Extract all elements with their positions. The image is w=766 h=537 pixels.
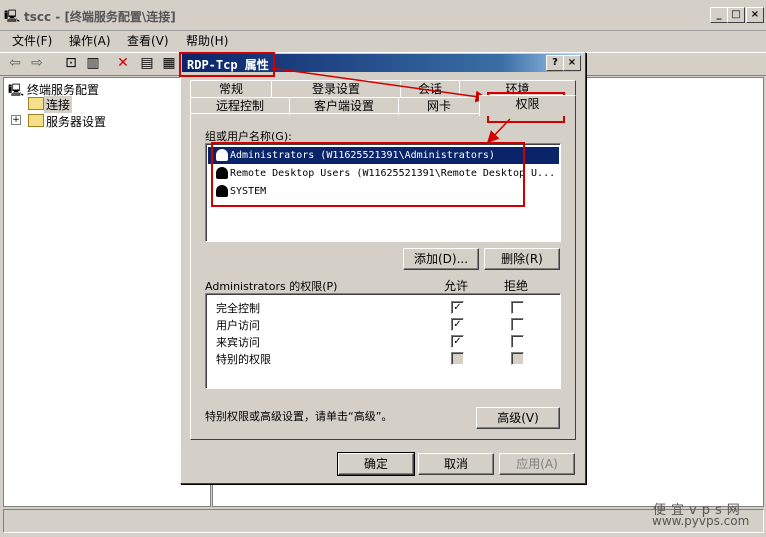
arrow-to-tab [270, 67, 488, 103]
arrow-to-users [486, 118, 511, 144]
annotation-arrows [270, 67, 511, 144]
tab-permissions[interactable]: 权限 [479, 95, 576, 116]
watermark-url: www.pyvps.com [652, 514, 750, 528]
